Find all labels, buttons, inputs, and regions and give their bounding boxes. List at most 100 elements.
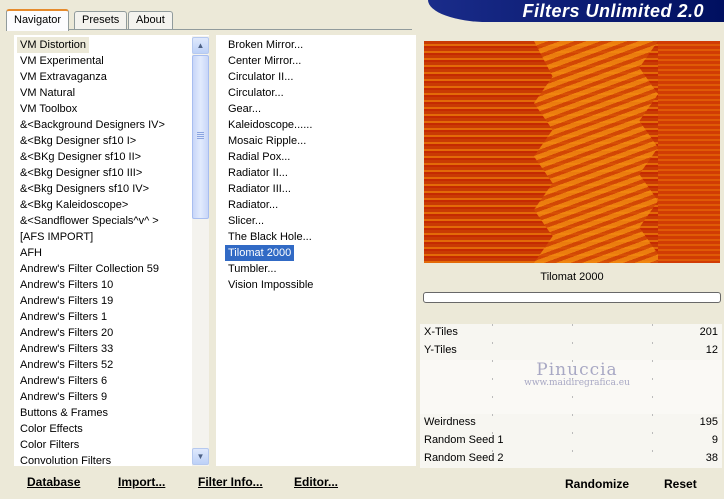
slider-value: 195	[699, 416, 718, 428]
filter-label: Circulator II...	[228, 71, 294, 83]
filter-label: Mosaic Ripple...	[228, 135, 307, 147]
scroll-up-button[interactable]: ▲	[192, 37, 209, 54]
category-item[interactable]: Convolution Filters	[14, 453, 209, 466]
filter-item[interactable]: Tumbler...	[222, 261, 416, 277]
category-item[interactable]: &<Bkg Designer sf10 III>	[14, 165, 209, 181]
category-item[interactable]: Color Filters	[14, 437, 209, 453]
category-item[interactable]: Andrew's Filters 33	[14, 341, 209, 357]
tab-presets[interactable]: Presets	[74, 11, 128, 29]
filter-label: Radiator III...	[228, 183, 291, 195]
category-item[interactable]: &<Bkg Designers sf10 IV>	[14, 181, 209, 197]
filter-item[interactable]: Mosaic Ripple...	[222, 133, 416, 149]
scroll-down-button[interactable]: ▼	[192, 448, 209, 465]
filter-item[interactable]: Slicer...	[222, 213, 416, 229]
category-list[interactable]: VM Distortion VM Experimental VM Extravaga…	[14, 35, 209, 466]
filter-item[interactable]: Gear...	[222, 101, 416, 117]
slider-tick	[652, 396, 653, 398]
category-item[interactable]: Andrew's Filters 9	[14, 389, 209, 405]
filter-item[interactable]: Radiator II...	[222, 165, 416, 181]
category-label: Andrew's Filters 10	[20, 279, 114, 291]
category-item[interactable]: Andrew's Filters 1	[14, 309, 209, 325]
category-label: &<Background Designers IV>	[20, 119, 165, 131]
filter-label: Radiator II...	[228, 167, 288, 179]
category-item[interactable]: &<Bkg Designer sf10 I>	[14, 133, 209, 149]
tab-about[interactable]: About	[128, 11, 173, 29]
tab-navigator[interactable]: Navigator	[6, 9, 70, 31]
filter-item[interactable]: Radiator...	[222, 197, 416, 213]
category-item[interactable]: VM Toolbox	[14, 101, 209, 117]
slider-random-seed-1[interactable]: Random Seed 1 9	[420, 432, 722, 450]
category-label: Andrew's Filters 6	[20, 375, 108, 387]
filter-item[interactable]: Tilomat 2000	[222, 245, 416, 261]
filter-label: Radial Pox...	[228, 151, 291, 163]
category-item[interactable]: Andrew's Filters 20	[14, 325, 209, 341]
watermark-name: Pinuccia	[536, 360, 618, 380]
category-item[interactable]: Andrew's Filters 52	[14, 357, 209, 373]
category-item[interactable]: &<Bkg Kaleidoscope>	[14, 197, 209, 213]
database-button[interactable]: Database	[27, 475, 80, 489]
slider-y-tiles[interactable]: Y-Tiles 12	[420, 342, 722, 360]
banner-title: Filters Unlimited 2.0	[522, 1, 704, 21]
preview-right-band	[658, 41, 720, 263]
filter-label: Vision Impossible	[228, 279, 314, 291]
watermark-url: www.maidiregrafica.eu	[524, 378, 630, 388]
category-item[interactable]: AFH	[14, 245, 209, 261]
slider-empty[interactable]	[420, 396, 722, 414]
category-item[interactable]: VM Distortion	[14, 37, 209, 53]
filter-item[interactable]: Broken Mirror...	[222, 37, 416, 53]
category-item[interactable]: VM Experimental	[14, 53, 209, 69]
category-item[interactable]: [AFS IMPORT]	[14, 229, 209, 245]
slider-tick	[572, 324, 573, 326]
slider-label: Y-Tiles	[424, 344, 457, 356]
slider-tick	[572, 342, 573, 344]
slider-x-tiles[interactable]: X-Tiles 201	[420, 324, 722, 342]
category-label: Andrew's Filters 19	[20, 295, 114, 307]
category-item[interactable]: Andrew's Filters 10	[14, 277, 209, 293]
editor-button[interactable]: Editor...	[294, 475, 338, 489]
category-item[interactable]: &<Background Designers IV>	[14, 117, 209, 133]
category-item[interactable]: VM Extravaganza	[14, 69, 209, 85]
grip-icon	[197, 132, 204, 139]
filter-list-panel[interactable]: Broken Mirror... Center Mirror... Circulat…	[216, 35, 416, 466]
category-label: Buttons & Frames	[20, 407, 109, 419]
category-label: Andrew's Filters 20	[20, 327, 114, 339]
randomize-button[interactable]: Randomize	[565, 477, 629, 491]
category-item[interactable]: Andrew's Filters 6	[14, 373, 209, 389]
filter-list[interactable]: Broken Mirror... Center Mirror... Circulat…	[216, 35, 416, 293]
slider-tick	[572, 432, 573, 434]
filter-item[interactable]: Center Mirror...	[222, 53, 416, 69]
filter-item[interactable]: Circulator II...	[222, 69, 416, 85]
filter-item[interactable]: Circulator...	[222, 85, 416, 101]
filter-item[interactable]: Kaleidoscope......	[222, 117, 416, 133]
filter-info-button[interactable]: Filter Info...	[198, 475, 263, 489]
slider-label: Random Seed 2	[424, 452, 504, 464]
reset-button[interactable]: Reset	[664, 477, 697, 491]
category-item[interactable]: &<Sandflower Specials^v^ >	[14, 213, 209, 229]
category-label: Andrew's Filters 52	[20, 359, 114, 371]
scroll-thumb[interactable]	[192, 55, 209, 219]
category-list-panel[interactable]: VM Distortion VM Experimental VM Extravaga…	[14, 35, 209, 466]
filter-item[interactable]: Radiator III...	[222, 181, 416, 197]
slider-value: 12	[705, 344, 718, 356]
category-label: VM Experimental	[20, 55, 104, 67]
category-item[interactable]: &<BKg Designer sf10 II>	[14, 149, 209, 165]
slider-weirdness[interactable]: Weirdness 195	[420, 414, 722, 432]
category-label: &<Bkg Designer sf10 III>	[20, 167, 143, 179]
slider-tick	[492, 414, 493, 416]
filter-item[interactable]: Vision Impossible	[222, 277, 416, 293]
category-label: &<Bkg Designers sf10 IV>	[20, 183, 150, 195]
category-scrollbar[interactable]: ▲ ▼	[192, 36, 209, 466]
slider-random-seed-2[interactable]: Random Seed 2 38	[420, 450, 722, 468]
filter-label: Tilomat 2000	[225, 245, 295, 261]
category-item[interactable]: Color Effects	[14, 421, 209, 437]
category-label: &<Bkg Designer sf10 I>	[20, 135, 137, 147]
filter-item[interactable]: Radial Pox...	[222, 149, 416, 165]
slider-value: 38	[705, 452, 718, 464]
filter-item[interactable]: The Black Hole...	[222, 229, 416, 245]
category-item[interactable]: VM Natural	[14, 85, 209, 101]
category-item[interactable]: Buttons & Frames	[14, 405, 209, 421]
import-button[interactable]: Import...	[118, 475, 165, 489]
category-item[interactable]: Andrew's Filter Collection 59	[14, 261, 209, 277]
category-item[interactable]: Andrew's Filters 19	[14, 293, 209, 309]
slider-tick	[652, 432, 653, 434]
